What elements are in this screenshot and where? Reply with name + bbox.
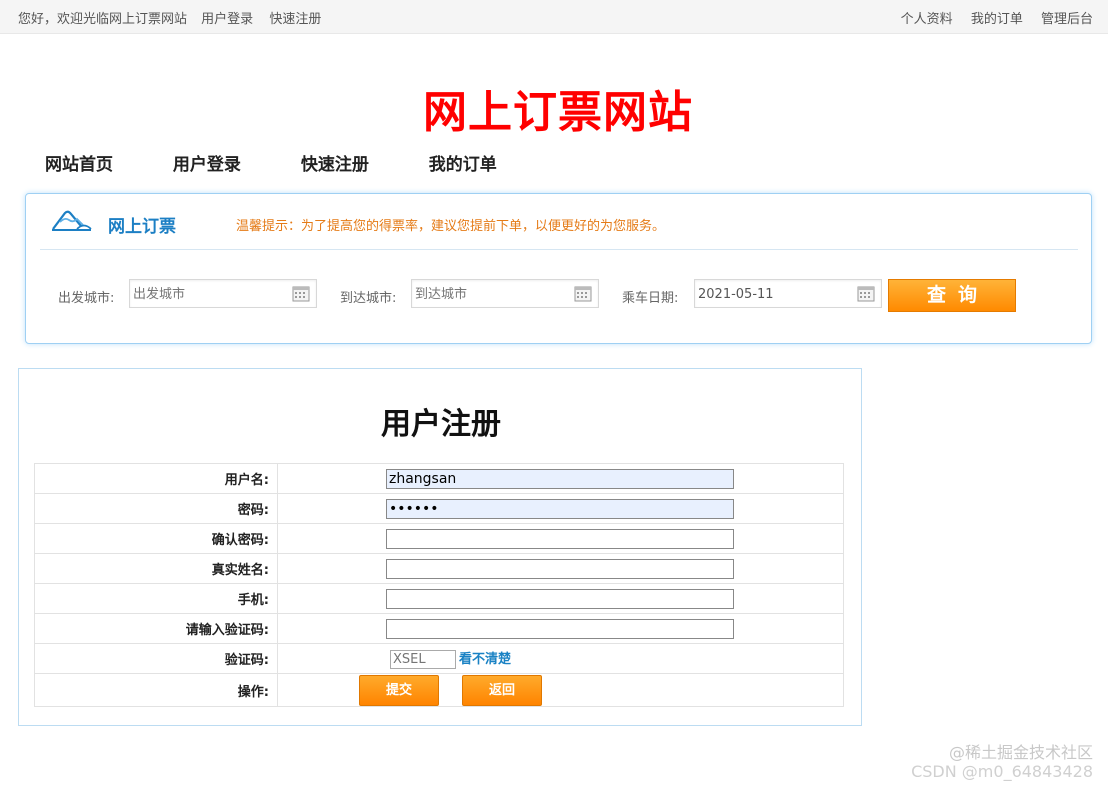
realname-cell	[277, 553, 844, 584]
nav-home[interactable]: 网站首页	[45, 150, 113, 175]
operation-label: 操作:	[34, 673, 278, 707]
divider	[40, 249, 1078, 250]
password-input[interactable]	[386, 498, 734, 519]
search-panel-title: 网上订票	[108, 217, 176, 237]
captcha-cell: 看不清楚	[277, 643, 844, 674]
captcha-input-label: 请输入验证码:	[34, 613, 278, 644]
from-city-label: 出发城市:	[58, 291, 115, 306]
register-form: 用户名: 密码: 确认密码: 真实姓名: 手机:	[34, 463, 844, 707]
to-city-label: 到达城市:	[340, 291, 397, 306]
form-row-captcha: 验证码: 看不清楚	[34, 643, 844, 674]
register-title: 用户注册	[381, 407, 501, 442]
nav-orders[interactable]: 我的订单	[429, 150, 497, 175]
top-admin-link[interactable]: 管理后台	[1041, 12, 1093, 27]
top-bar-right: 个人资料 我的订单 管理后台	[887, 8, 1093, 27]
top-register-link[interactable]: 快速注册	[269, 12, 321, 27]
nav-register[interactable]: 快速注册	[301, 150, 369, 175]
phone-label: 手机:	[34, 583, 278, 614]
form-row-phone: 手机:	[34, 583, 844, 614]
welcome-text: 您好，欢迎光临网上订票网站	[18, 12, 188, 27]
form-row-realname: 真实姓名:	[34, 553, 844, 584]
date-label: 乘车日期:	[622, 291, 679, 306]
phone-cell	[277, 583, 844, 614]
phone-input[interactable]	[386, 588, 734, 609]
confirm-password-label: 确认密码:	[34, 523, 278, 554]
watermark-line-1: @稀土掘金技术社区	[948, 743, 1093, 762]
captcha-label: 验证码:	[34, 643, 278, 674]
realname-label: 真实姓名:	[34, 553, 278, 584]
confirm-password-input[interactable]	[386, 528, 734, 549]
register-panel: 用户注册 用户名: 密码: 确认密码: 真实姓名: 手机:	[18, 368, 862, 726]
back-button[interactable]: 返回	[462, 674, 542, 706]
form-row-password: 密码:	[34, 493, 844, 524]
main-nav: 网站首页 用户登录 快速注册 我的订单	[45, 150, 551, 175]
username-input[interactable]	[386, 468, 734, 489]
top-profile-link[interactable]: 个人资料	[901, 12, 953, 27]
password-label: 密码:	[34, 493, 278, 524]
verification-code-input[interactable]	[386, 618, 734, 639]
username-label: 用户名:	[34, 463, 278, 494]
form-row-username: 用户名:	[34, 463, 844, 494]
search-tip: 温馨提示：为了提高您的得票率，建议您提前下单，以便更好的为您服务。	[236, 219, 666, 234]
form-row-confirm-password: 确认密码:	[34, 523, 844, 554]
top-login-link[interactable]: 用户登录	[201, 12, 253, 27]
calendar-icon[interactable]	[857, 285, 875, 302]
username-cell	[277, 463, 844, 494]
query-button[interactable]: 查询	[888, 279, 1016, 312]
site-title: 网上订票网站	[423, 87, 693, 138]
form-row-actions: 操作: 提交 返回	[34, 673, 844, 707]
operation-cell: 提交 返回	[277, 673, 844, 707]
top-bar: 您好，欢迎光临网上订票网站 用户登录 快速注册 个人资料 我的订单 管理后台	[0, 0, 1108, 34]
watermark-line-2: CSDN @m0_64843428	[911, 762, 1093, 781]
captcha-input[interactable]	[390, 650, 456, 669]
ticket-search-panel: 网上订票 温馨提示：为了提高您的得票率，建议您提前下单，以便更好的为您服务。 出…	[25, 193, 1092, 344]
watermark: @稀土掘金技术社区 CSDN @m0_64843428	[911, 743, 1093, 781]
form-row-captcha-input: 请输入验证码:	[34, 613, 844, 644]
captcha-input-cell	[277, 613, 844, 644]
nav-login[interactable]: 用户登录	[173, 150, 241, 175]
to-city-field[interactable]	[411, 279, 599, 308]
calendar-icon[interactable]	[574, 285, 592, 302]
date-field[interactable]	[694, 279, 882, 308]
to-city-input[interactable]	[415, 285, 565, 303]
submit-button[interactable]: 提交	[359, 674, 439, 706]
from-city-field[interactable]	[129, 279, 317, 308]
from-city-input[interactable]	[133, 285, 283, 303]
captcha-refresh-link[interactable]: 看不清楚	[459, 652, 511, 667]
top-bar-left: 您好，欢迎光临网上订票网站 用户登录 快速注册	[18, 8, 333, 27]
date-input[interactable]	[698, 285, 848, 303]
password-cell	[277, 493, 844, 524]
calendar-icon[interactable]	[292, 285, 310, 302]
top-orders-link[interactable]: 我的订单	[971, 12, 1023, 27]
realname-input[interactable]	[386, 558, 734, 579]
confirm-password-cell	[277, 523, 844, 554]
mountain-logo-icon	[52, 210, 92, 231]
